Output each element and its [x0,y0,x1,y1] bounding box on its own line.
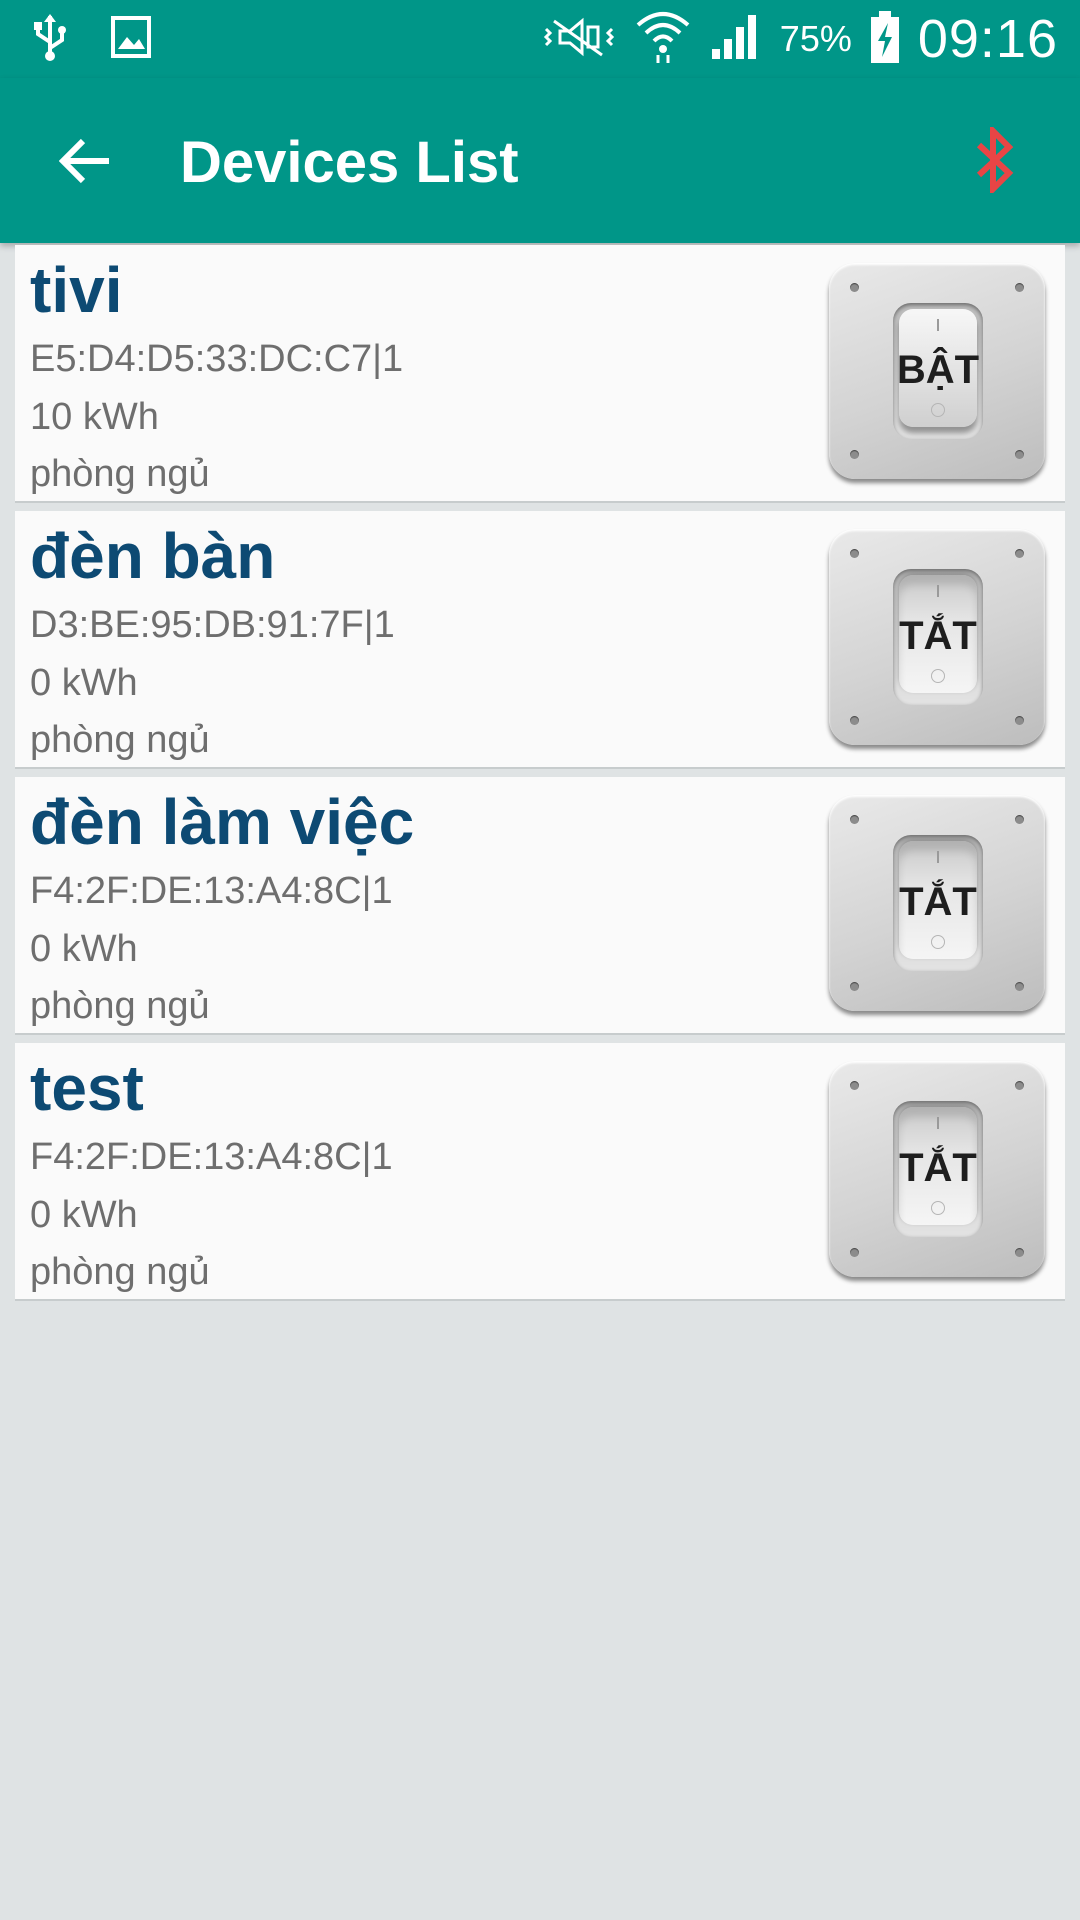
tick-icon [937,851,939,863]
device-card[interactable]: test F4:2F:DE:13:A4:8C|1 0 kWh phòng ngủ… [15,1043,1065,1301]
tick-icon [937,319,939,331]
device-name: test [30,1052,144,1124]
tick-icon [937,585,939,597]
device-energy: 0 kWh [30,928,138,970]
rocker-well: TẮT [893,1101,983,1237]
screw-icon [850,283,859,292]
arrow-left-icon [58,137,111,190]
power-toggle-switch[interactable]: TẮT [829,795,1045,1011]
screw-icon [1015,716,1024,725]
device-address: D3:BE:95:DB:91:7F|1 [30,604,395,646]
device-card[interactable]: đèn làm việc F4:2F:DE:13:A4:8C|1 0 kWh p… [15,777,1065,1035]
vibrate-icon [542,15,616,64]
switch-label: TẮT [899,1146,977,1190]
ring-icon [931,1201,945,1215]
battery-charging-icon [870,10,900,68]
page-title: Devices List [180,130,519,195]
signal-icon [710,13,762,66]
device-energy: 10 kWh [30,396,159,438]
usb-icon [30,12,70,67]
screw-icon [850,716,859,725]
app-bar: Devices List [0,78,1080,243]
tick-icon [937,1117,939,1129]
rocker-well: TẮT [893,569,983,705]
power-toggle-switch[interactable]: TẮT [829,529,1045,745]
screw-icon [1015,815,1024,824]
screw-icon [1015,283,1024,292]
device-address: F4:2F:DE:13:A4:8C|1 [30,1136,393,1178]
image-icon [110,15,152,64]
device-name: tivi [30,254,123,326]
device-name: đèn bàn [30,520,276,592]
device-name: đèn làm việc [30,786,415,858]
screw-icon [1015,982,1024,991]
screw-icon [850,1081,859,1090]
bluetooth-icon [975,123,1015,198]
rocker-off: TẮT [899,841,977,959]
device-list: tivi E5:D4:D5:33:DC:C7|1 10 kWh phòng ng… [0,243,1080,1309]
device-room: phòng ngủ [30,985,210,1027]
ring-icon [931,669,945,683]
screw-icon [1015,1248,1024,1257]
wifi-icon [634,9,692,70]
switch-label: TẮT [899,880,977,924]
rocker-on: BẬT [897,309,979,427]
screw-icon [1015,549,1024,558]
device-card[interactable]: tivi E5:D4:D5:33:DC:C7|1 10 kWh phòng ng… [15,245,1065,503]
screw-icon [850,982,859,991]
power-toggle-switch[interactable]: BẬT [829,263,1045,479]
device-energy: 0 kWh [30,1194,138,1236]
device-energy: 0 kWh [30,662,138,704]
rocker-off: TẮT [899,575,977,693]
power-toggle-switch[interactable]: TẮT [829,1061,1045,1277]
screw-icon [850,1248,859,1257]
rocker-off: TẮT [899,1107,977,1225]
rocker-well: BẬT [893,303,983,439]
device-room: phòng ngủ [30,719,210,761]
screw-icon [850,815,859,824]
device-room: phòng ngủ [30,1251,210,1293]
device-room: phòng ngủ [30,453,210,495]
back-button[interactable] [50,128,120,198]
screw-icon [850,450,859,459]
bluetooth-button[interactable] [960,120,1030,204]
switch-label: TẮT [899,614,977,658]
switch-label: BẬT [896,348,980,392]
screw-icon [850,549,859,558]
device-card[interactable]: đèn bàn D3:BE:95:DB:91:7F|1 0 kWh phòng … [15,511,1065,769]
device-address: F4:2F:DE:13:A4:8C|1 [30,870,393,912]
screw-icon [1015,1081,1024,1090]
rocker-well: TẮT [893,835,983,971]
clock: 09:16 [917,9,1058,69]
battery-percent: 75% [779,18,852,59]
ring-icon [931,935,945,949]
screw-icon [1015,450,1024,459]
ring-icon [931,403,945,417]
device-address: E5:D4:D5:33:DC:C7|1 [30,338,404,380]
status-bar: 75% 09:16 [0,0,1080,78]
